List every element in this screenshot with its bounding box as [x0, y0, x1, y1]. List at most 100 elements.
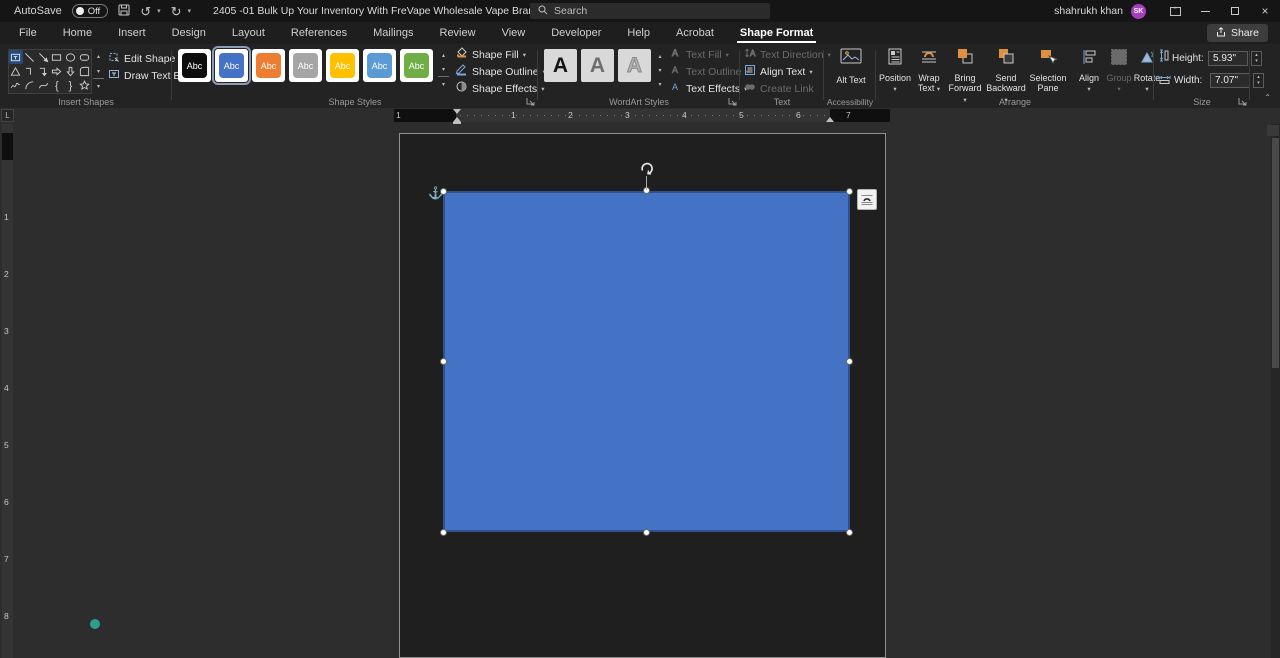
avatar[interactable]: SK: [1131, 4, 1146, 19]
star-icon[interactable]: [77, 78, 91, 93]
wrap-text-button[interactable]: Wrap Text ▾: [912, 48, 946, 94]
autosave-toggle[interactable]: Off: [72, 4, 109, 18]
right-indent-marker[interactable]: [826, 117, 834, 122]
height-field[interactable]: 5.93": [1208, 51, 1248, 66]
curve-icon[interactable]: [36, 78, 50, 93]
styles-scroll-up-icon[interactable]: ▴: [438, 49, 449, 63]
gallery-scroll-down-icon[interactable]: ▾: [93, 64, 104, 79]
shape-style-thumb-3[interactable]: Abc: [252, 49, 285, 82]
right-brace-icon[interactable]: }: [64, 78, 78, 93]
tab-home[interactable]: Home: [50, 22, 105, 44]
qat-customize-icon[interactable]: ▾: [188, 7, 192, 15]
text-effects-button[interactable]: A Text Effects ▾: [670, 81, 749, 96]
window-minimize-icon[interactable]: [1190, 0, 1220, 22]
scribble-icon[interactable]: [9, 78, 23, 93]
isosceles-triangle-icon[interactable]: [9, 64, 23, 78]
save-icon[interactable]: [118, 4, 130, 18]
wordart-scroll-down-icon[interactable]: ▾: [655, 63, 665, 77]
horizontal-ruler[interactable]: 1 1 2 3 4 5 6 7: [394, 109, 890, 122]
resize-handle-bottom-middle[interactable]: [643, 529, 650, 536]
block-arrow-down-icon[interactable]: [64, 64, 78, 78]
shape-style-thumb-2-selected[interactable]: Abc: [215, 49, 248, 82]
left-brace-icon[interactable]: {: [50, 78, 64, 93]
shapes-gallery[interactable]: { }: [8, 49, 92, 94]
gallery-scroll-up-icon[interactable]: ▴: [93, 49, 104, 64]
tab-mailings[interactable]: Mailings: [360, 22, 426, 44]
tab-design[interactable]: Design: [159, 22, 219, 44]
redo-icon[interactable]: ↻: [171, 5, 182, 18]
scrollbar-top-button[interactable]: [1267, 125, 1279, 136]
tab-developer[interactable]: Developer: [538, 22, 614, 44]
shape-style-thumb-1[interactable]: Abc: [178, 49, 211, 82]
rectangle-icon[interactable]: [50, 50, 64, 64]
shape-style-thumb-6[interactable]: Abc: [363, 49, 396, 82]
gallery-more-icon[interactable]: ▾: [93, 78, 104, 94]
undo-icon[interactable]: ↺: [140, 5, 151, 18]
align-button[interactable]: Align▾: [1072, 48, 1106, 94]
block-arrow-right-icon[interactable]: [50, 64, 64, 78]
vertical-scrollbar[interactable]: [1271, 124, 1280, 658]
shape-style-thumb-4[interactable]: Abc: [289, 49, 322, 82]
send-backward-button[interactable]: Send Backward ▾: [989, 48, 1023, 104]
resize-handle-bottom-left[interactable]: [440, 529, 447, 536]
vertical-ruler[interactable]: 1 2 3 4 5 6 7 8: [2, 124, 13, 658]
window-restore-icon[interactable]: [1220, 0, 1250, 22]
tab-help[interactable]: Help: [614, 22, 663, 44]
shapes-gallery-scroll[interactable]: ▴ ▾ ▾: [93, 49, 104, 94]
styles-more-icon[interactable]: ▾: [438, 76, 449, 91]
wordart-scroll-up-icon[interactable]: ▴: [655, 49, 665, 63]
selected-rectangle-shape[interactable]: [443, 191, 850, 532]
resize-handle-middle-left[interactable]: [440, 358, 447, 365]
tab-view[interactable]: View: [489, 22, 539, 44]
tab-insert[interactable]: Insert: [105, 22, 159, 44]
resize-handle-middle-right[interactable]: [846, 358, 853, 365]
resize-handle-bottom-right[interactable]: [846, 529, 853, 536]
search-input[interactable]: Search: [530, 3, 770, 19]
user-name[interactable]: shahrukh khan: [1054, 5, 1123, 17]
undo-caret-icon[interactable]: ▾: [157, 7, 161, 15]
shape-style-thumb-5[interactable]: Abc: [326, 49, 359, 82]
scrollbar-thumb[interactable]: [1272, 138, 1279, 368]
width-field[interactable]: 7.07": [1210, 73, 1250, 88]
collapse-ribbon-icon[interactable]: ⌃: [1264, 93, 1271, 102]
shape-styles-scroll[interactable]: ▴ ▾ ▾: [438, 49, 449, 91]
shape-style-thumb-7[interactable]: Abc: [400, 49, 433, 82]
line-arrow-icon[interactable]: [36, 50, 50, 64]
tab-shape-format[interactable]: Shape Format: [727, 22, 826, 44]
wordart-styles-scroll[interactable]: ▴ ▾ ▾: [655, 49, 665, 91]
rotate-handle-icon[interactable]: [639, 161, 654, 181]
rounded-rectangle-icon[interactable]: [77, 50, 91, 64]
arc-icon[interactable]: [23, 78, 37, 93]
ribbon-display-options-icon[interactable]: ^: [1160, 0, 1190, 22]
resize-handle-top-right[interactable]: [846, 188, 853, 195]
position-button[interactable]: Position▾: [878, 48, 912, 94]
window-close-icon[interactable]: ×: [1250, 0, 1280, 22]
wordart-style-thumb-2[interactable]: A: [581, 49, 614, 82]
bring-forward-button[interactable]: Bring Forward ▾: [948, 48, 982, 104]
styles-scroll-down-icon[interactable]: ▾: [438, 63, 449, 77]
tab-layout[interactable]: Layout: [219, 22, 278, 44]
share-button[interactable]: Share: [1207, 24, 1268, 42]
selection-pane-button[interactable]: Selection Pane: [1031, 48, 1065, 94]
tab-stop-selector[interactable]: L: [1, 109, 14, 122]
wordart-more-icon[interactable]: ▾: [655, 77, 665, 91]
oval-icon[interactable]: [64, 50, 78, 64]
shape-effects-button[interactable]: Shape Effects ▾: [455, 81, 546, 96]
alt-text-button[interactable]: Alt Text: [836, 48, 866, 85]
document-title[interactable]: 2405 -01 Bulk Up Your Inventory With Fre…: [213, 0, 558, 22]
text-box-icon[interactable]: [9, 50, 23, 64]
first-line-indent-marker[interactable]: [453, 109, 461, 114]
shape-fill-button[interactable]: Shape Fill ▾: [455, 47, 546, 62]
layout-options-button[interactable]: [857, 189, 877, 210]
elbow-connector-icon[interactable]: [23, 64, 37, 78]
shape-outline-button[interactable]: Shape Outline ▾: [455, 64, 546, 79]
line-icon[interactable]: [23, 50, 37, 64]
tab-references[interactable]: References: [278, 22, 360, 44]
wordart-style-thumb-3[interactable]: A: [618, 49, 651, 82]
elbow-arrow-connector-icon[interactable]: [36, 64, 50, 78]
align-text-button[interactable]: Align Text ▾: [744, 64, 831, 79]
tab-acrobat[interactable]: Acrobat: [663, 22, 727, 44]
snip-corner-shape-icon[interactable]: [77, 64, 91, 78]
tab-review[interactable]: Review: [427, 22, 489, 44]
wordart-style-thumb-1[interactable]: A: [544, 49, 577, 82]
